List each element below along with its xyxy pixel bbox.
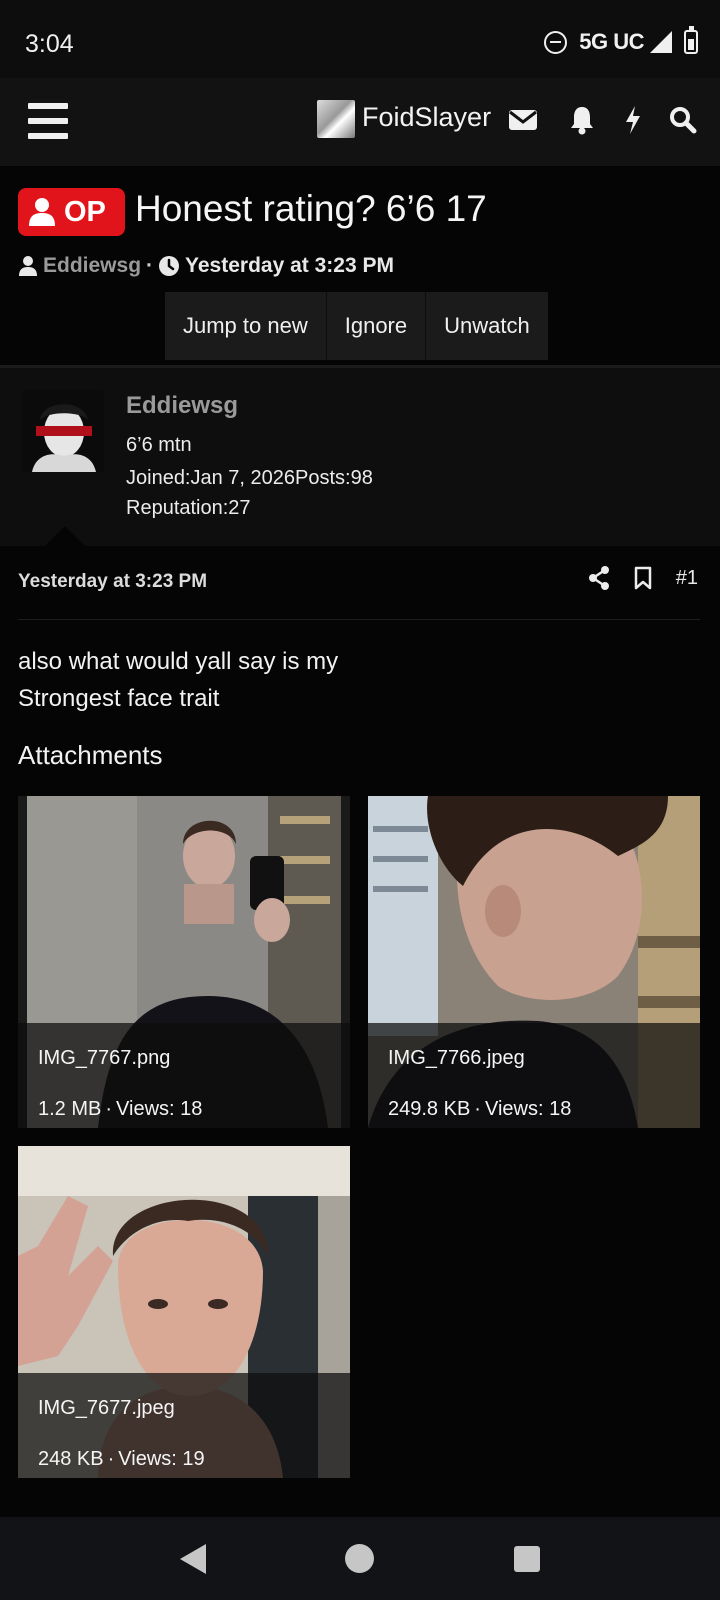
attachment-caption: IMG_7766.jpeg 249.8 KB · Views: 18 [368, 1023, 700, 1128]
attachment-thumbnail[interactable]: IMG_7767.png 1.2 MB · Views: 18 [18, 796, 350, 1128]
signal-icon [650, 31, 672, 53]
attachment-size: 248 KB [38, 1448, 104, 1470]
battery-icon [684, 26, 698, 54]
status-time: 3:04 [25, 30, 74, 58]
attachment-views: Views: 18 [116, 1098, 203, 1120]
post-body: also what would yall say is my Strongest… [18, 643, 338, 717]
recent-apps-icon[interactable] [514, 1545, 541, 1572]
system-nav-bar [0, 1517, 720, 1600]
thread-author[interactable]: Eddiewsg [43, 254, 141, 278]
user-title: 6’6 mtn [126, 434, 192, 456]
unwatch-button[interactable]: Unwatch [426, 292, 548, 360]
attachment-thumbnail[interactable]: IMG_7766.jpeg 249.8 KB · Views: 18 [368, 796, 700, 1128]
attachment-info: 1.2 MB · Views: 18 [38, 1098, 202, 1121]
network-label: 5G UC [579, 29, 644, 54]
home-icon[interactable] [345, 1544, 375, 1573]
thread-title: Honest rating? 6’6 17 [135, 188, 487, 229]
op-badge: OP [18, 188, 125, 236]
user-card-pointer [45, 526, 85, 546]
meta-separator: · [146, 254, 154, 277]
envelope-icon[interactable] [504, 100, 542, 140]
thread-date[interactable]: Yesterday at 3:23 PM [185, 254, 394, 278]
reputation-value: 27 [228, 497, 251, 519]
menu-icon[interactable] [28, 103, 68, 139]
attachment-separator: · [107, 1448, 115, 1470]
avatar[interactable] [22, 390, 104, 472]
post-number[interactable]: #1 [676, 567, 698, 590]
user-icon [19, 256, 37, 276]
site-name[interactable]: FoidSlayer [362, 102, 491, 133]
attachments-heading: Attachments [18, 740, 163, 770]
attachment-thumbnail[interactable]: IMG_7677.jpeg 248 KB · Views: 19 [18, 1146, 350, 1478]
reputation-label: Reputation: [126, 497, 229, 519]
attachment-separator: · [474, 1098, 481, 1120]
bookmark-icon[interactable] [634, 566, 652, 590]
attachment-caption: IMG_7767.png 1.2 MB · Views: 18 [18, 1023, 350, 1128]
user-card: Eddiewsg 6’6 mtn Joined: Jan 7, 2026 Pos… [0, 368, 720, 546]
status-icons: 5G UC [544, 26, 698, 55]
thread-action-buttons: Jump to new Ignore Unwatch [165, 292, 548, 360]
site-logo[interactable] [317, 100, 355, 138]
attachment-views: Views: 18 [484, 1098, 572, 1120]
bolt-icon[interactable] [614, 100, 652, 140]
attachment-filename: IMG_7766.jpeg [388, 1047, 525, 1069]
attachment-info: 249.8 KB · Views: 18 [388, 1098, 571, 1121]
jump-to-new-button[interactable]: Jump to new [165, 292, 327, 360]
post-date[interactable]: Yesterday at 3:23 PM [18, 571, 207, 593]
back-icon[interactable] [179, 1543, 206, 1574]
posts-label: Posts: [295, 467, 351, 489]
bell-icon[interactable] [563, 100, 601, 140]
thread-meta: Eddiewsg · Yesterday at 3:23 PM [18, 254, 394, 278]
attachment-info: 248 KB · Views: 19 [38, 1448, 205, 1471]
app-header: FoidSlayer [0, 78, 720, 166]
posts-value: 98 [350, 467, 373, 489]
ignore-button[interactable]: Ignore [327, 292, 427, 360]
user-name[interactable]: Eddiewsg [126, 392, 238, 420]
clock-icon [159, 256, 180, 276]
post-actions: #1 [588, 566, 698, 590]
attachment-views: Views: 19 [118, 1448, 205, 1470]
user-icon [29, 198, 55, 226]
status-bar: 3:04 5G UC [0, 0, 720, 78]
attachment-size: 1.2 MB [38, 1098, 102, 1120]
do-not-disturb-icon [544, 30, 568, 54]
user-stats: Joined: Jan 7, 2026 Posts: 98 [126, 467, 373, 490]
search-icon[interactable] [664, 100, 702, 140]
attachment-size: 249.8 KB [388, 1098, 471, 1120]
attachment-filename: IMG_7767.png [38, 1047, 171, 1069]
joined-value: Jan 7, 2026 [190, 467, 296, 489]
attachment-filename: IMG_7677.jpeg [38, 1397, 175, 1419]
attachment-caption: IMG_7677.jpeg 248 KB · Views: 19 [18, 1373, 350, 1478]
post-divider [18, 619, 700, 620]
share-icon[interactable] [588, 566, 610, 590]
user-reputation: Reputation: 27 [126, 497, 251, 520]
post-body-line: also what would yall say is my [18, 648, 339, 675]
post-body-line: Strongest face trait [18, 685, 220, 712]
attachment-separator: · [105, 1098, 113, 1120]
op-badge-label: OP [64, 195, 106, 228]
joined-label: Joined: [126, 467, 191, 489]
